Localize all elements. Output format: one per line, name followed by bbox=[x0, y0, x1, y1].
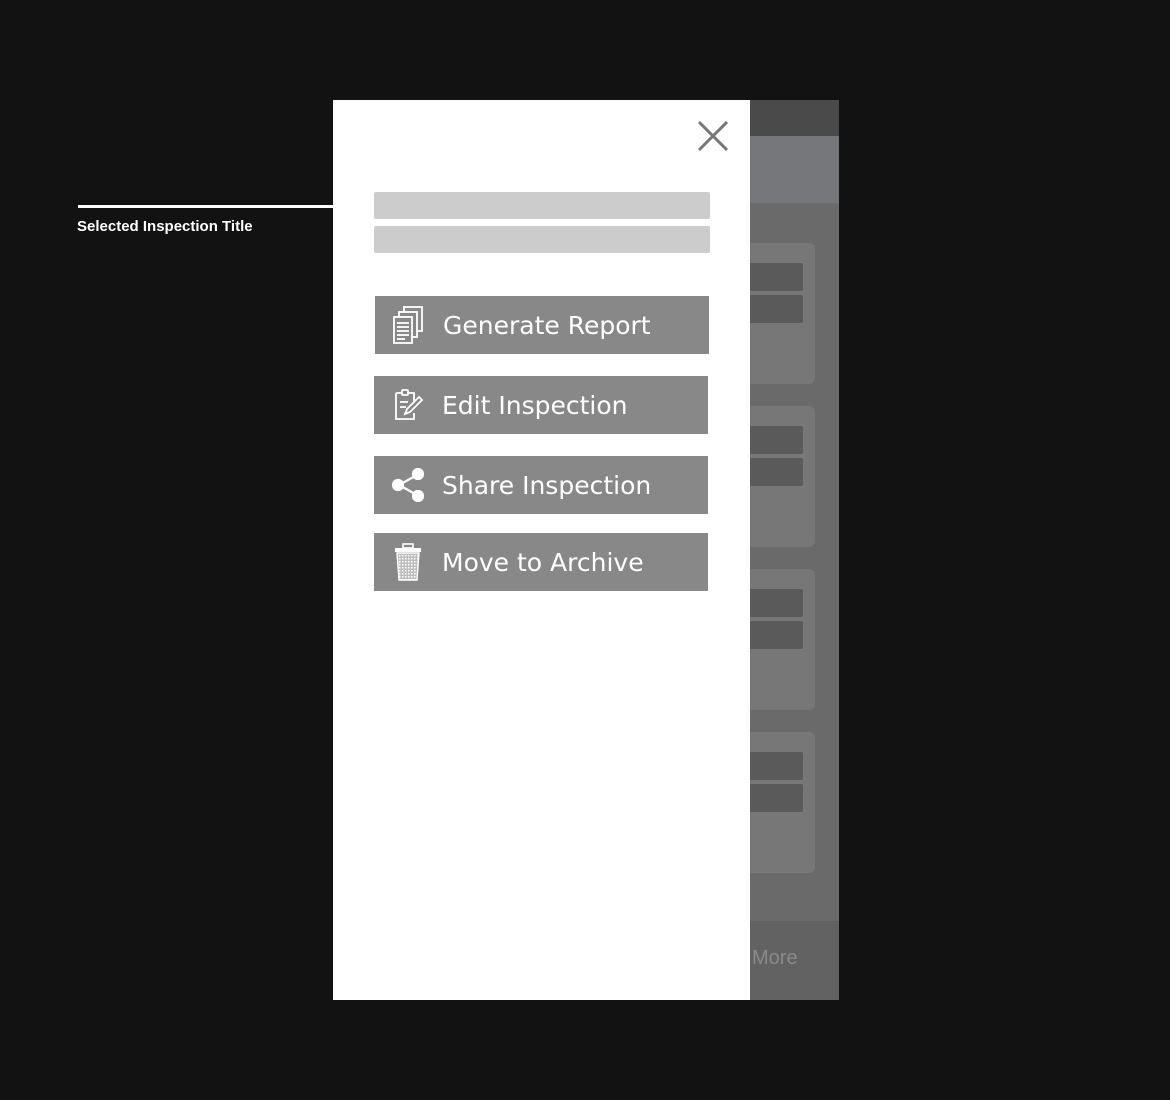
generate-report-label: Generate Report bbox=[443, 310, 651, 340]
close-icon[interactable] bbox=[695, 118, 731, 154]
nav-more-label: More bbox=[752, 947, 798, 969]
edit-inspection-button[interactable]: Edit Inspection bbox=[374, 376, 708, 434]
edit-document-icon bbox=[390, 385, 426, 425]
documents-icon bbox=[391, 305, 427, 345]
generate-report-button[interactable]: Generate Report bbox=[375, 296, 709, 354]
share-inspection-button[interactable]: Share Inspection bbox=[374, 456, 708, 514]
annotation-label: Selected Inspection Title bbox=[77, 218, 253, 235]
trash-icon bbox=[390, 542, 426, 582]
share-inspection-label: Share Inspection bbox=[442, 470, 652, 500]
share-icon bbox=[390, 465, 426, 505]
move-to-archive-button[interactable]: Move to Archive bbox=[374, 533, 708, 591]
inspection-actions-drawer: Generate Report Edit Inspection Share In… bbox=[333, 100, 750, 1000]
selected-inspection-subtitle-placeholder bbox=[374, 226, 710, 253]
edit-inspection-label: Edit Inspection bbox=[442, 390, 628, 420]
annotation-pointer-line bbox=[78, 205, 374, 208]
move-to-archive-label: Move to Archive bbox=[442, 547, 644, 577]
selected-inspection-title-placeholder bbox=[374, 192, 710, 219]
